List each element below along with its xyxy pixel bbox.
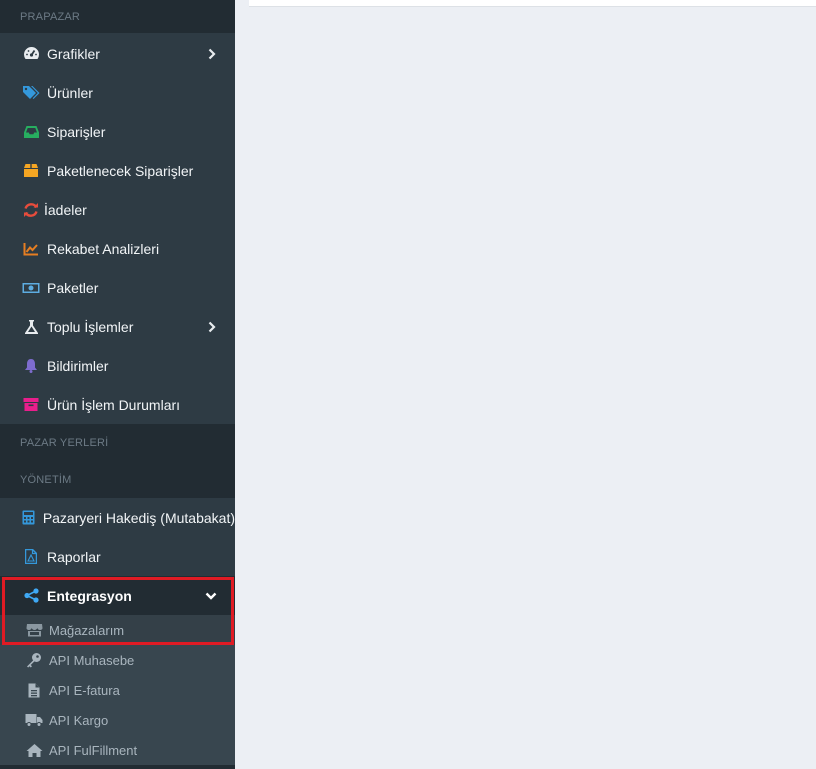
sidebar-subitem-label: API E-fatura (49, 682, 120, 698)
sidebar-item-toplu-islemler[interactable]: Toplu İşlemler (0, 307, 235, 346)
sidebar-item-urunler[interactable]: Ürünler (0, 73, 235, 112)
sidebar-item-label: Rekabet Analizleri (47, 240, 160, 257)
chart-line-icon (22, 240, 40, 258)
sidebar-subitem-label: Mağazalarım (49, 622, 125, 638)
tags-icon (22, 84, 40, 102)
section-label: YÖNETİM (20, 473, 72, 486)
money-bill-icon (22, 279, 40, 297)
key-icon (25, 652, 43, 668)
sidebar-item-siparisler[interactable]: Siparişler (0, 112, 235, 151)
sidebar-item-label: Paketler (47, 279, 99, 296)
section-header-prapazar: PRAPAZAR (0, 0, 235, 33)
sidebar-item-grafikler[interactable]: Grafikler (0, 34, 235, 73)
sidebar-subitem-label: API Muhasebe (49, 652, 135, 668)
sidebar-item-label: Ürünler (47, 84, 93, 101)
sidebar-item-iadeler[interactable]: İadeler (0, 190, 235, 229)
sidebar-item-raporlar[interactable]: Raporlar (0, 537, 235, 576)
sidebar-item-urun-islem-durumlari[interactable]: Ürün İşlem Durumları (0, 385, 235, 424)
sidebar-item-label: Raporlar (47, 548, 101, 565)
tachometer-icon (22, 45, 40, 63)
sidebar-item-label: Ürün İşlem Durumları (47, 396, 181, 413)
file-pdf-icon (22, 548, 40, 566)
sidebar-subitem-magazalarim[interactable]: Mağazalarım (0, 615, 235, 645)
sidebar-item-paketlenecek-siparisler[interactable]: Paketlenecek Siparişler (0, 151, 235, 190)
sidebar-item-label: Bildirimler (47, 357, 109, 374)
store-icon (25, 622, 43, 638)
bell-icon (22, 357, 40, 375)
sidebar-subitem-label: API Kargo (49, 712, 109, 728)
sidebar-item-label: Toplu İşlemler (47, 318, 134, 335)
main-content-area (235, 0, 816, 769)
section-label: PRAPAZAR (20, 10, 81, 23)
sidebar-subitem-api-fulfillment[interactable]: API FulFillment (0, 735, 235, 765)
truck-icon (25, 712, 43, 728)
sidebar-bottom-divider (0, 765, 235, 769)
section-label: PAZAR YERLERİ (20, 436, 109, 449)
file-alt-icon (25, 682, 43, 698)
sidebar-item-label: Pazaryeri Hakediş (Mutabakat) (42, 509, 235, 526)
sidebar-subitem-api-kargo[interactable]: API Kargo (0, 705, 235, 735)
chevron-down-icon (205, 589, 217, 603)
sidebar-item-label: Siparişler (47, 123, 106, 140)
flask-icon (22, 318, 40, 336)
sidebar-subitem-label: API FulFillment (49, 742, 138, 758)
calculator-icon (22, 509, 36, 527)
sidebar-item-label: Grafikler (47, 45, 100, 62)
sidebar: PRAPAZAR Grafikler Ürünler Siparişler Pa… (0, 0, 235, 769)
inbox-icon (22, 123, 40, 141)
sidebar-item-rekabet-analizleri[interactable]: Rekabet Analizleri (0, 229, 235, 268)
content-card (249, 0, 816, 7)
chevron-right-icon (207, 47, 217, 61)
sidebar-subitem-api-muhasebe[interactable]: API Muhasebe (0, 645, 235, 675)
sidebar-item-entegrasyon[interactable]: Entegrasyon (0, 576, 235, 615)
chevron-right-icon (207, 320, 217, 334)
sidebar-item-pazaryeri-hakedis[interactable]: Pazaryeri Hakediş (Mutabakat) (0, 498, 235, 537)
sidebar-item-label: İadeler (44, 201, 87, 218)
sync-icon (22, 201, 40, 219)
box-icon (22, 162, 40, 180)
sidebar-item-bildirimler[interactable]: Bildirimler (0, 346, 235, 385)
section-header-pazar-yerleri: PAZAR YERLERİ (0, 424, 235, 461)
sidebar-item-label: Paketlenecek Siparişler (47, 162, 194, 179)
sidebar-item-paketler[interactable]: Paketler (0, 268, 235, 307)
section-header-yonetim: YÖNETİM (0, 461, 235, 498)
sidebar-item-label: Entegrasyon (47, 587, 132, 604)
archive-icon (22, 396, 40, 414)
share-alt-icon (22, 587, 40, 605)
home-icon (25, 742, 43, 758)
sidebar-subitem-api-efatura[interactable]: API E-fatura (0, 675, 235, 705)
